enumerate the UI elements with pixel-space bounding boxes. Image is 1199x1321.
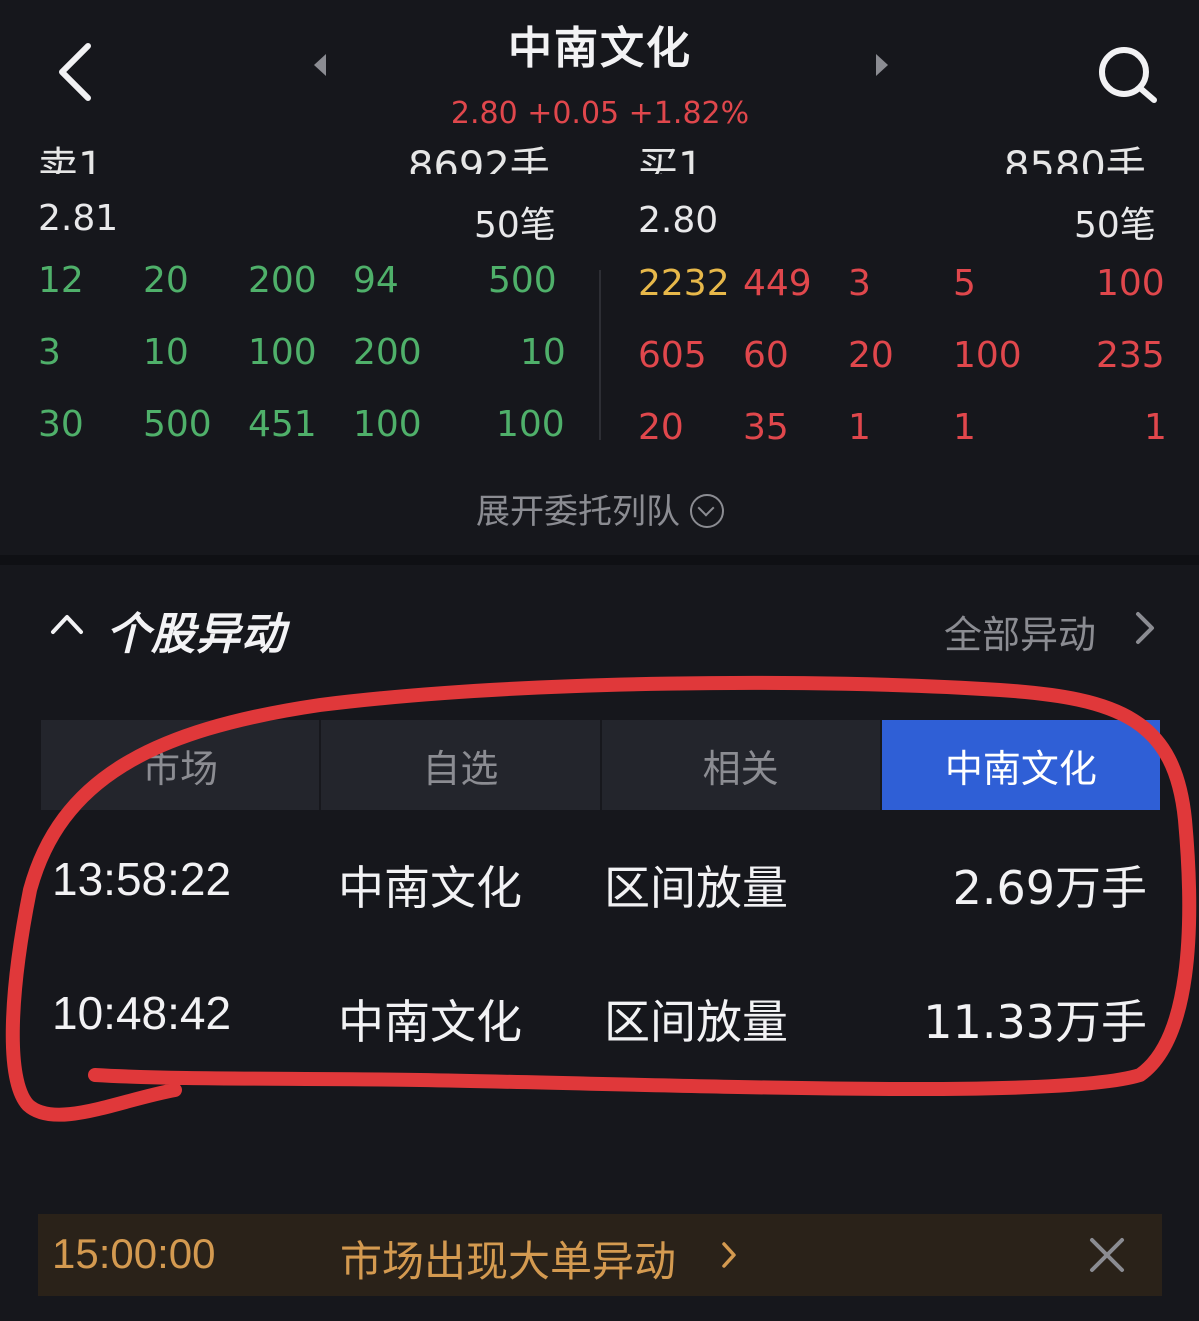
- tab-related[interactable]: 相关: [602, 720, 882, 810]
- queue-cell: 3: [38, 332, 61, 373]
- queue-cell: 1: [848, 407, 871, 448]
- queue-cell: 451: [248, 404, 317, 445]
- queue-cell: 20: [638, 407, 684, 448]
- anomaly-type: 区间放量: [604, 995, 788, 1049]
- queue-cell: 10: [520, 332, 566, 373]
- queue-cell: 449: [743, 263, 812, 304]
- queue-cell: 500: [143, 404, 212, 445]
- buy1-orders: 50笔: [1074, 205, 1156, 246]
- notice-text: 市场出现大单异动: [340, 1237, 677, 1286]
- queue-cell: 605: [638, 335, 707, 376]
- queue-cell: 100: [1096, 263, 1165, 304]
- queue-cell: 200: [353, 332, 422, 373]
- anomaly-time: 10:48:42: [52, 987, 232, 1039]
- queue-cell: 1: [953, 407, 976, 448]
- anomaly-stock-name: 中南文化: [338, 995, 522, 1049]
- expand-queue-button[interactable]: 展开委托列队: [300, 484, 900, 533]
- sell-queue: 12 20 200 94 500 3 10 100 200 10 30 500 …: [0, 260, 599, 460]
- section-title: 个股异动: [106, 609, 286, 660]
- buy1-label: 买1: [638, 144, 704, 174]
- anomaly-value: 2.69万手: [952, 861, 1147, 915]
- next-stock-icon[interactable]: [872, 52, 892, 78]
- chevron-right-icon: [722, 1242, 736, 1268]
- queue-cell: 35: [743, 407, 789, 448]
- back-arrow-icon[interactable]: [52, 40, 100, 104]
- anomaly-value: 11.33万手: [923, 995, 1147, 1049]
- queue-cell: 2232: [638, 263, 730, 304]
- collapse-chevron-up-icon[interactable]: [50, 612, 84, 636]
- close-icon[interactable]: [1088, 1236, 1126, 1274]
- queue-cell: 30: [38, 404, 84, 445]
- anomaly-row[interactable]: 13:58:22 中南文化 区间放量 2.69万手: [0, 852, 1199, 942]
- queue-cell: 60: [743, 335, 789, 376]
- sell1-price: 2.81: [38, 198, 119, 239]
- queue-cell: 100: [353, 404, 422, 445]
- tab-watchlist[interactable]: 自选: [321, 720, 602, 810]
- tab-market[interactable]: 市场: [41, 720, 322, 810]
- anomaly-tabs: 市场 自选 相关 中南文化: [41, 720, 1160, 810]
- notice-time: 15:00:00: [52, 1230, 216, 1277]
- all-anomalies-link[interactable]: 全部异动: [944, 604, 1096, 659]
- buy1-volume: 8580手: [1004, 144, 1146, 174]
- expand-queue-label: 展开委托列队: [476, 492, 680, 532]
- queue-cell: 500: [488, 260, 557, 301]
- anomaly-stock-name: 中南文化: [338, 861, 522, 915]
- queue-cell: 100: [953, 335, 1022, 376]
- queue-cell: 1: [1144, 407, 1167, 448]
- top-bar: 中南文化 2.80 +0.05 +1.82%: [0, 0, 1199, 140]
- queue-cell: 20: [143, 260, 189, 301]
- queue-cell: 100: [496, 404, 565, 445]
- section-divider: [0, 555, 1199, 565]
- queue-cell: 235: [1096, 335, 1165, 376]
- queue-cell: 200: [248, 260, 317, 301]
- sell1-orders: 50笔: [474, 205, 556, 246]
- buy-queue: 2232 449 3 5 100 605 60 20 100 235 20 35…: [600, 263, 1199, 463]
- chevron-right-icon[interactable]: [1132, 610, 1158, 646]
- prev-stock-icon[interactable]: [310, 52, 330, 78]
- anomaly-type: 区间放量: [604, 861, 788, 915]
- queue-cell: 100: [248, 332, 317, 373]
- queue-cell: 3: [848, 263, 871, 304]
- stock-title: 中南文化: [508, 23, 692, 74]
- sell1-volume: 8692手: [408, 144, 550, 174]
- anomaly-time: 13:58:22: [52, 853, 232, 905]
- queue-cell: 94: [353, 260, 399, 301]
- search-icon[interactable]: [1096, 42, 1160, 106]
- queue-cell: 10: [143, 332, 189, 373]
- queue-cell: 12: [38, 260, 84, 301]
- big-order-notice[interactable]: 15:00:00 市场出现大单异动: [38, 1214, 1162, 1296]
- buy1-price: 2.80: [638, 200, 719, 241]
- queue-cell: 5: [953, 263, 976, 304]
- anomaly-row[interactable]: 10:48:42 中南文化 区间放量 11.33万手: [0, 986, 1199, 1076]
- stock-quote: 2.80 +0.05 +1.82%: [450, 96, 750, 131]
- tab-stock[interactable]: 中南文化: [881, 720, 1160, 810]
- sell1-label: 卖1: [38, 144, 104, 174]
- chevron-down-circle-icon: [690, 493, 724, 528]
- queue-cell: 20: [848, 335, 894, 376]
